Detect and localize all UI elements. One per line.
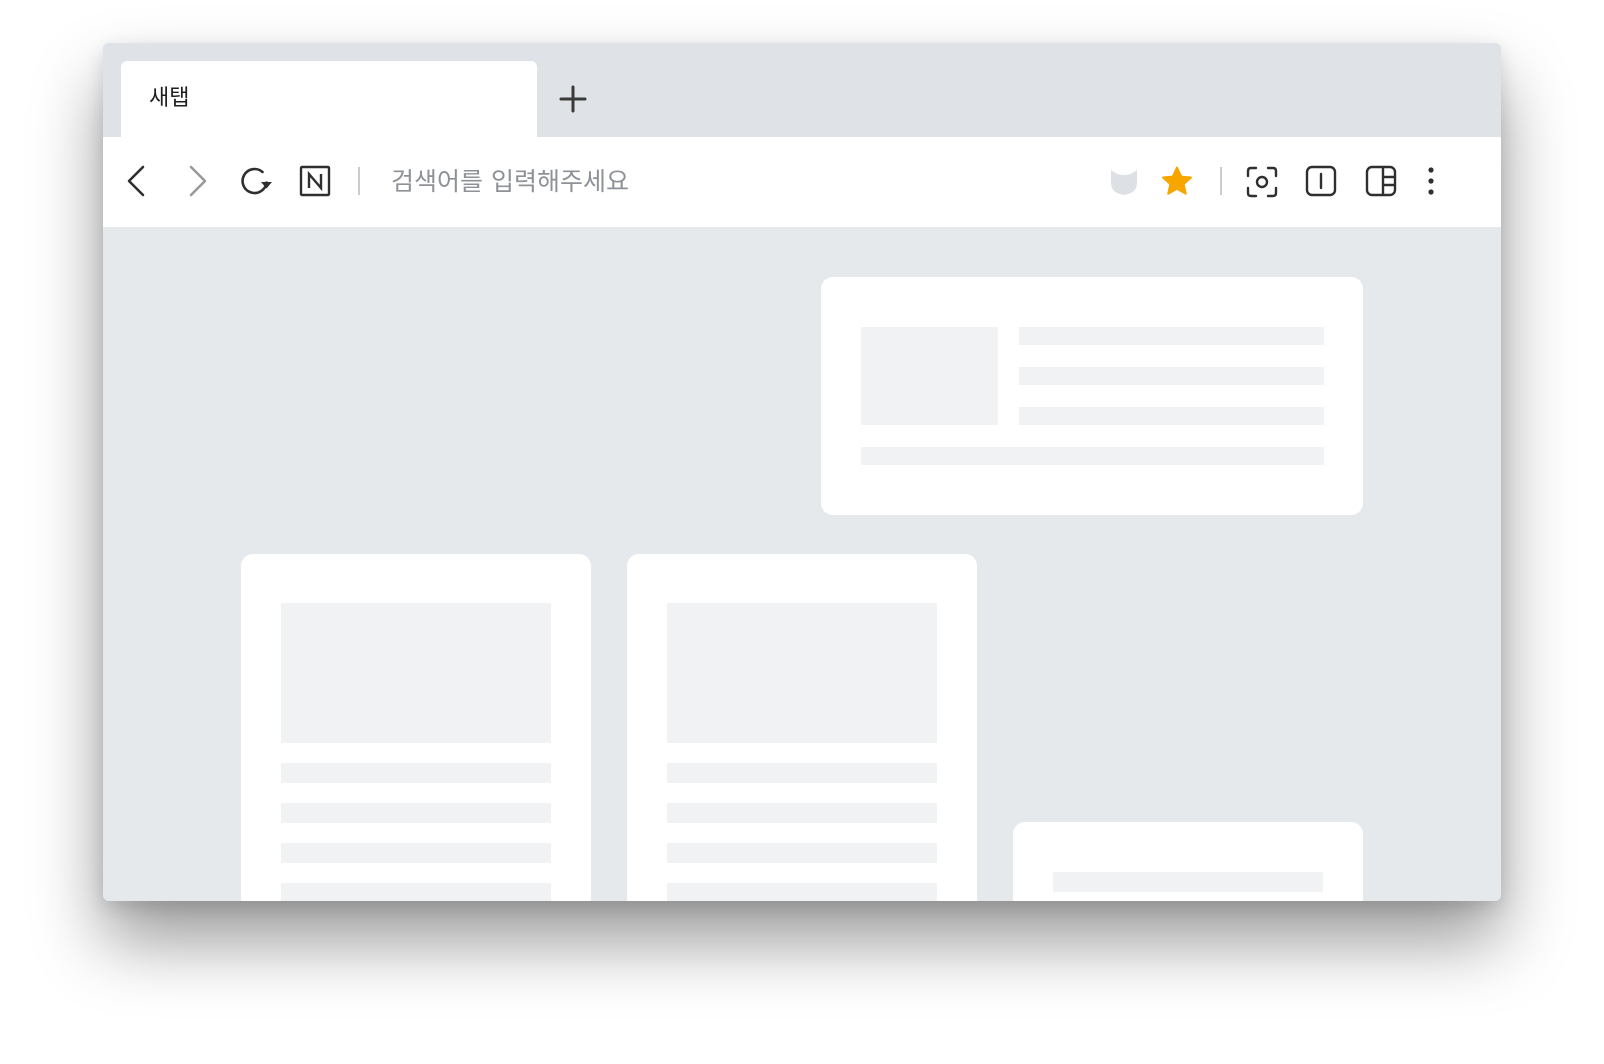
skeleton-line: [1053, 872, 1323, 892]
skeleton-line: [667, 803, 937, 823]
skeleton-line: [281, 803, 551, 823]
skeleton-line: [281, 763, 551, 783]
skeleton-thumbnail: [861, 327, 998, 425]
shield-icon[interactable]: [1108, 166, 1140, 198]
skeleton-line: [861, 447, 1324, 465]
skeleton-line: [1019, 367, 1324, 385]
address-bar[interactable]: [391, 161, 1091, 201]
tab-bar: 새탭: [103, 43, 1501, 137]
skeleton-line: [1019, 327, 1324, 345]
new-tab-content: [103, 227, 1501, 901]
toolbar-separator: [1220, 167, 1222, 195]
skeleton-card: [1013, 822, 1363, 901]
capture-icon[interactable]: [1245, 165, 1279, 199]
toolbar-separator: [358, 167, 360, 195]
sidebar-icon[interactable]: [1365, 165, 1397, 197]
star-icon[interactable]: [1160, 165, 1194, 199]
skeleton-line: [281, 883, 551, 901]
back-icon[interactable]: [123, 164, 151, 198]
skeleton-thumbnail: [281, 603, 551, 743]
skeleton-line: [667, 883, 937, 901]
skeleton-line: [281, 843, 551, 863]
skeleton-line: [1019, 407, 1324, 425]
skeleton-card: [241, 554, 591, 901]
tab-title: 새탭: [149, 86, 190, 111]
reload-icon[interactable]: [238, 164, 272, 198]
browser-window: 새탭: [103, 43, 1501, 901]
text-cursor-icon[interactable]: [1305, 165, 1337, 197]
more-vertical-icon[interactable]: [1424, 165, 1438, 197]
forward-icon[interactable]: [183, 164, 211, 198]
tab-new[interactable]: 새탭: [121, 61, 537, 137]
plus-icon[interactable]: [557, 83, 589, 115]
naver-n-icon[interactable]: [299, 165, 331, 197]
skeleton-thumbnail: [667, 603, 937, 743]
toolbar: [103, 137, 1501, 227]
skeleton-card: [627, 554, 977, 901]
skeleton-line: [667, 843, 937, 863]
skeleton-line: [667, 763, 937, 783]
skeleton-card: [821, 277, 1363, 515]
